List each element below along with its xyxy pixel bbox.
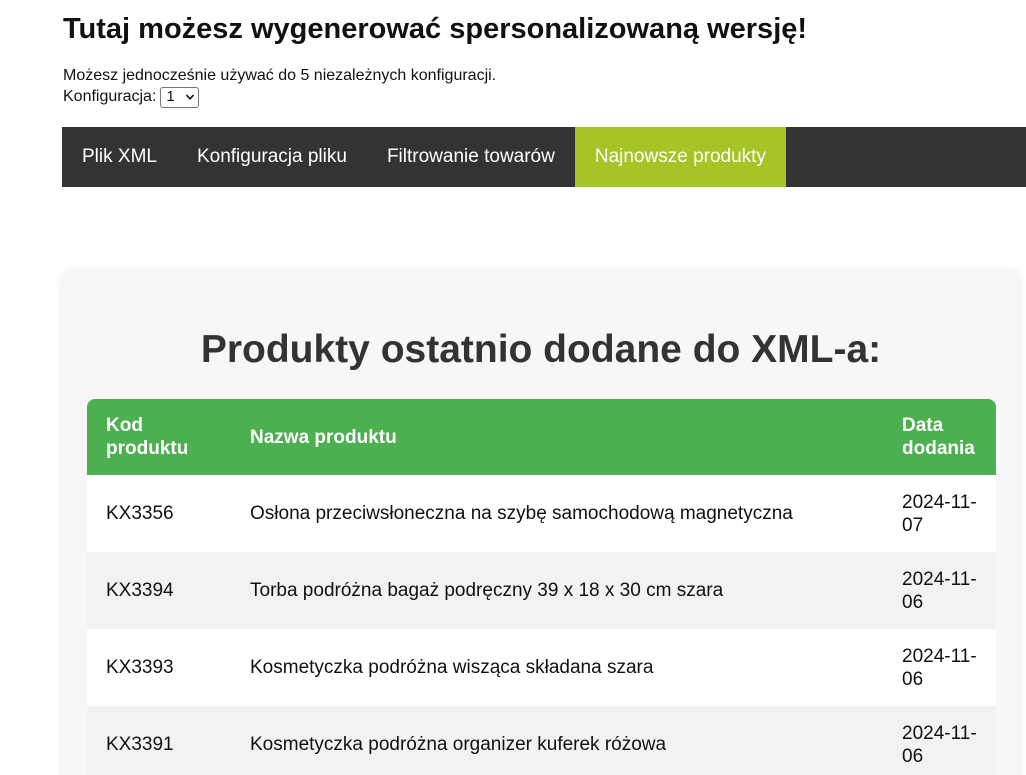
config-row: Konfiguracja: 1 [63,86,496,108]
tab-filtrowanie-towarow[interactable]: Filtrowanie towarów [367,127,575,187]
tab-konfiguracja-pliku[interactable]: Konfiguracja pliku [177,127,367,187]
product-date-line2: 07 [902,514,924,536]
product-name: Kosmetyczka podróżna wisząca składana sz… [231,629,883,706]
header-date: Data dodania [883,399,996,475]
header-code-line2: produktu [106,438,189,459]
chevron-down-icon [186,94,195,100]
table-header-row: Kod produktu Nazwa produktu Data dodania [87,399,996,475]
product-date: 2024-11- 06 [883,552,996,629]
product-date: 2024-11- 07 [883,475,996,552]
products-table: Kod produktu Nazwa produktu Data dodania… [87,399,996,775]
section-title: Produkty ostatnio dodane do XML-a: [200,328,882,371]
product-code: KX3391 [87,706,231,775]
table-row: KX3393 Kosmetyczka podróżna wisząca skła… [87,629,996,706]
header-name: Nazwa produktu [231,399,883,475]
config-info: Możesz jednocześnie używać do 5 niezależ… [63,66,496,108]
main-nav: Plik XML Konfiguracja pliku Filtrowanie … [62,127,1026,187]
product-date-line2: 06 [902,668,924,690]
config-select-value: 1 [166,88,175,105]
info-text: Możesz jednocześnie używać do 5 niezależ… [63,67,497,84]
newest-products-card: Produkty ostatnio dodane do XML-a: Kod p… [62,270,1020,775]
product-name: Torba podróżna bagaż podręczny 39 x 18 x… [231,552,883,629]
product-name: Kosmetyczka podróżna organizer kuferek r… [231,706,883,775]
product-date-line1: 2024-11- [902,645,977,667]
table-row: KX3394 Torba podróżna bagaż podręczny 39… [87,552,996,629]
product-date: 2024-11- 06 [883,629,996,706]
header-date-line1: Data [902,415,944,436]
header-code: Kod produktu [87,399,231,475]
product-date-line2: 06 [902,591,924,613]
config-select[interactable]: 1 [160,86,200,108]
table-row: KX3391 Kosmetyczka podróżna organizer ku… [87,706,996,775]
product-date-line1: 2024-11- [902,722,977,744]
product-date: 2024-11- 06 [883,706,996,775]
product-date-line1: 2024-11- [902,491,977,513]
product-name: Osłona przeciwsłoneczna na szybę samocho… [231,475,883,552]
header-code-line1: Kod [106,415,143,436]
product-code: KX3393 [87,629,231,706]
tab-najnowsze-produkty[interactable]: Najnowsze produkty [574,127,786,187]
table-row: KX3356 Osłona przeciwsłoneczna na szybę … [87,475,996,552]
page: Tutaj możesz wygenerować spersonalizowan… [0,0,1026,775]
page-title: Tutaj możesz wygenerować spersonalizowan… [63,13,808,45]
product-code: KX3356 [87,475,231,552]
config-label: Konfiguracja: [63,88,157,105]
product-date-line2: 06 [902,745,924,767]
tab-plik-xml[interactable]: Plik XML [62,127,177,187]
header-date-line2: dodania [902,438,975,459]
product-date-line1: 2024-11- [902,568,977,590]
product-code: KX3394 [87,552,231,629]
